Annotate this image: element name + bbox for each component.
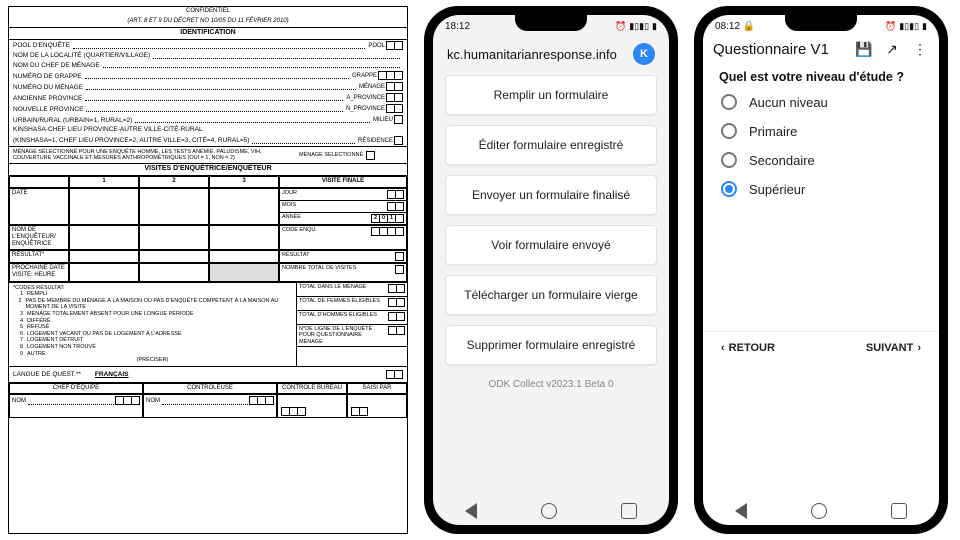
f-aprov: ANCIENNE PROVINCE xyxy=(13,95,82,103)
radio-icon[interactable] xyxy=(721,181,737,197)
option-1[interactable]: Primaire xyxy=(721,123,921,139)
options-list: Aucun niveau Primaire Secondaire Supérieur xyxy=(703,94,939,197)
next-button[interactable]: SUIVANT› xyxy=(866,342,925,354)
f-pool: POOL D'ENQUÊTE xyxy=(13,42,70,50)
alarm-icon: ⏰ xyxy=(885,21,896,32)
menu-button-0[interactable]: Remplir un formulaire xyxy=(445,75,657,115)
notch xyxy=(515,15,587,31)
app-titlebar: kc.humanitarianresponse.info K xyxy=(433,35,669,75)
notch xyxy=(785,15,857,31)
form-nav: ‹RETOUR SUIVANT› xyxy=(703,331,939,364)
menu-button-4[interactable]: Télécharger un formulaire vierge xyxy=(445,275,657,315)
status-time: 08:12 xyxy=(715,21,740,32)
option-label: Aucun niveau xyxy=(749,95,828,110)
option-label: Primaire xyxy=(749,124,797,139)
f-chef: NOM DU CHEF DE MÉNAGE xyxy=(13,62,100,70)
section-ident: IDENTIFICATION xyxy=(9,27,407,39)
nav-back[interactable] xyxy=(465,503,477,519)
phone-question-form: 08:12 🔒 ⏰▮▯▮▯▮ Questionnaire V1 💾 ↗ ⋮ Qu… xyxy=(694,6,948,534)
option-label: Secondaire xyxy=(749,153,815,168)
phone-odk-menu: 18:12 ⏰▮▯▮▯▮ kc.humanitarianresponse.inf… xyxy=(424,6,678,534)
f-menage: NUMÉRO DU MÉNAGE xyxy=(13,84,83,92)
f-loc: NOM DE LA LOCALITÉ (QUARTIER/VILLAGE) xyxy=(13,52,150,60)
alarm-icon: ⏰ xyxy=(615,21,626,32)
radio-icon[interactable] xyxy=(721,94,737,110)
option-2[interactable]: Secondaire xyxy=(721,152,921,168)
profile-avatar[interactable]: K xyxy=(633,43,655,65)
option-3[interactable]: Supérieur xyxy=(721,181,921,197)
result-codes: *CODES RÉSULTAT: 1REMPLI2PAS DE MEMBRE D… xyxy=(9,283,297,366)
f-urb: URBAIN/RURAL (URBAIN=1, RURAL=2) xyxy=(13,117,132,125)
f-kin: KINSHASA-CHEF LIEU PROVINCE-AUTRE VILLE-… xyxy=(13,126,203,134)
status-time: 18:12 xyxy=(445,21,470,32)
battery-icon: ▮ xyxy=(922,21,927,32)
nav-recent[interactable] xyxy=(891,503,907,519)
signal-icon: ▮▯▮▯ xyxy=(899,21,919,32)
boxes[interactable] xyxy=(387,41,403,50)
radio-icon[interactable] xyxy=(721,123,737,139)
f-grappe: NUMÉRO DE GRAPPE xyxy=(13,73,82,81)
visits-grid: 123VISITE FINALE DATE JOUR MOIS ANNÉE201… xyxy=(9,176,407,264)
nav-recent[interactable] xyxy=(621,503,637,519)
language-value: FRANÇAIS xyxy=(95,371,129,379)
nav-home[interactable] xyxy=(541,503,557,519)
right-stats: TOTAL DANS LE MÉNAGETOTAL DE FEMMES ÉLIG… xyxy=(297,283,407,366)
signal-icon: ▮▯▮▯ xyxy=(629,21,649,32)
form-title: Questionnaire V1 xyxy=(713,41,845,58)
paper-confidential: CONFIDENTIEL xyxy=(9,7,407,17)
app-version: ODK Collect v2023.1 Beta 0 xyxy=(433,365,669,396)
signature-grid: CHEF D'ÉQUIPE CONTRÔLEUSE CONTRÔLE BUREA… xyxy=(9,382,407,418)
server-title: kc.humanitarianresponse.info xyxy=(447,47,625,62)
save-icon[interactable]: 💾 xyxy=(855,41,873,58)
f-nprov: NOUVELLE PROVINCE xyxy=(13,106,83,114)
lang-row: LANGUE DE QUEST.** FRANÇAIS xyxy=(9,366,407,382)
nav-back[interactable] xyxy=(735,503,747,519)
year-boxes[interactable]: 201 xyxy=(372,214,404,223)
android-nav xyxy=(433,497,669,525)
form-toolbar: Questionnaire V1 💾 ↗ ⋮ xyxy=(703,35,939,66)
paper-form: CONFIDENTIEL (ART. 8 ET 9 DU DÉCRET NO 1… xyxy=(8,6,408,534)
menu-button-2[interactable]: Envoyer un formulaire finalisé xyxy=(445,175,657,215)
lock-icon: 🔒 xyxy=(743,21,755,32)
battery-icon: ▮ xyxy=(652,21,657,32)
option-label: Supérieur xyxy=(749,182,805,197)
jump-icon[interactable]: ↗ xyxy=(883,41,901,58)
paper-decree: (ART. 8 ET 9 DU DÉCRET NO 10/05 DU 11 FÉ… xyxy=(9,17,407,27)
section-visits: VISITES D'ENQUÊTRICE/ENQUÊTEUR xyxy=(9,163,407,175)
menu-button-1[interactable]: Éditer formulaire enregistré xyxy=(445,125,657,165)
menu-button-3[interactable]: Voir formulaire envoyé xyxy=(445,225,657,265)
menu-button-5[interactable]: Supprimer formulaire enregistré xyxy=(445,325,657,365)
menu-button-list: Remplir un formulaire Éditer formulaire e… xyxy=(433,75,669,365)
question-text: Quel est votre niveau d'étude ? xyxy=(703,66,939,94)
back-button[interactable]: ‹RETOUR xyxy=(717,342,775,354)
nav-home[interactable] xyxy=(811,503,827,519)
next-visit-row: PROCHAINE DATEVISITE: HEURE NOMBRE TOTAL… xyxy=(9,263,407,281)
android-nav xyxy=(703,497,939,525)
overflow-icon[interactable]: ⋮ xyxy=(911,41,929,58)
option-0[interactable]: Aucun niveau xyxy=(721,94,921,110)
radio-icon[interactable] xyxy=(721,152,737,168)
selection-note: MÉNAGE SÉLECTIONNÉ POUR UNE ENQUÊTE HOMM… xyxy=(9,147,297,163)
